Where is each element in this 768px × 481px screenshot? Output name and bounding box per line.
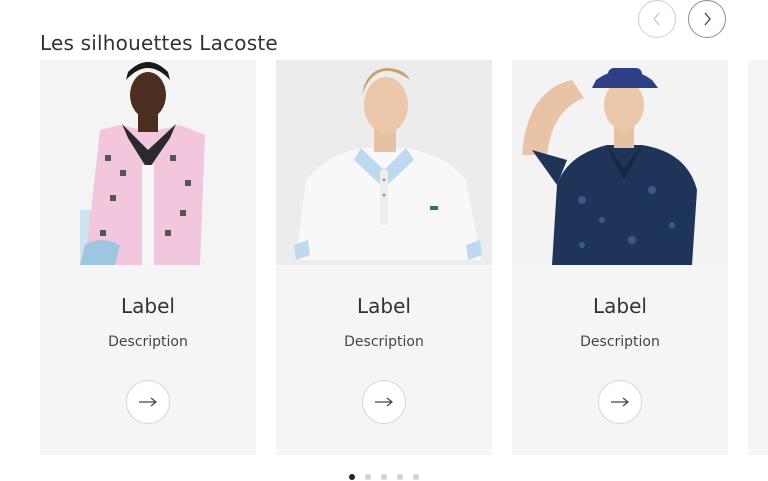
product-card[interactable]: Label Description (40, 60, 256, 455)
carousel-prev-button[interactable] (638, 0, 676, 38)
carousel-pagination (349, 474, 419, 480)
section-title: Les silhouettes Lacoste (40, 30, 278, 55)
card-description: Description (344, 334, 424, 350)
product-card-peek[interactable] (748, 60, 768, 455)
pagination-dot[interactable] (365, 474, 371, 480)
card-label: Label (121, 294, 175, 318)
arrow-right-icon (611, 397, 629, 407)
product-card[interactable]: Label Description (276, 60, 492, 455)
card-label: Label (357, 294, 411, 318)
product-image-pink-print-shirt[interactable] (40, 60, 256, 265)
card-arrow-button[interactable] (126, 380, 170, 424)
card-arrow-button[interactable] (598, 380, 642, 424)
pagination-dot[interactable] (397, 474, 403, 480)
chevron-left-icon (653, 12, 660, 26)
arrow-right-icon (139, 397, 157, 407)
carousel-next-button[interactable] (688, 0, 726, 38)
pagination-dot[interactable] (413, 474, 419, 480)
product-card[interactable]: Label Description (512, 60, 728, 455)
product-image-white-polo[interactable] (276, 60, 492, 265)
pagination-dot[interactable] (381, 474, 387, 480)
card-arrow-button[interactable] (362, 380, 406, 424)
arrow-right-icon (375, 397, 393, 407)
product-image-navy-print-shirt[interactable] (512, 60, 728, 265)
chevron-right-icon (704, 12, 711, 26)
pagination-dot[interactable] (349, 474, 355, 480)
card-description: Description (580, 334, 660, 350)
card-label: Label (593, 294, 647, 318)
card-description: Description (108, 334, 188, 350)
